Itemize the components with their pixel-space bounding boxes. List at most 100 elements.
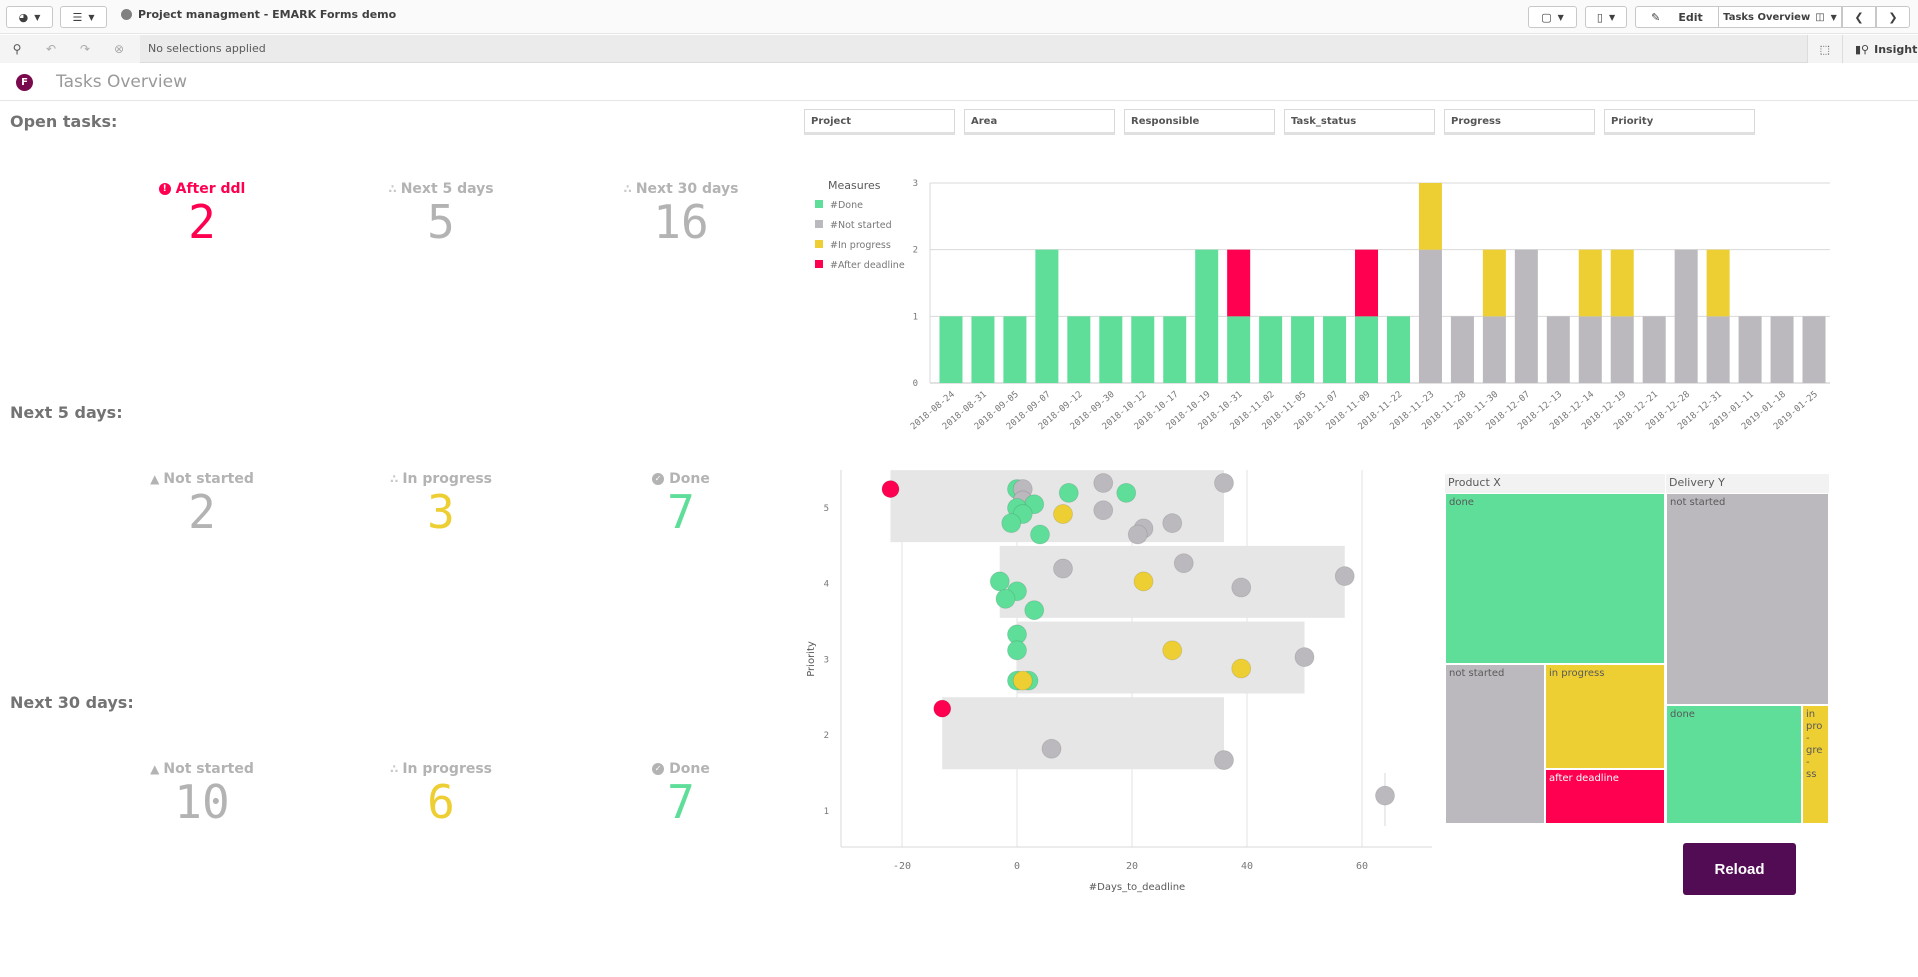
x-tick-label: 40 xyxy=(1241,861,1253,872)
y-tick-label: 2 xyxy=(824,731,829,741)
reload-button[interactable]: Reload xyxy=(1683,843,1796,895)
bar-not_started xyxy=(1482,316,1506,383)
scatter-point-done xyxy=(995,588,1016,609)
scatter-point-not_started xyxy=(1334,566,1355,587)
sheet-selector[interactable]: Tasks Overview ◫ ▼ xyxy=(1718,6,1842,28)
priority-band xyxy=(942,697,1224,770)
kpi-value: 16 xyxy=(653,195,709,249)
scatter-point-not_started xyxy=(1231,577,1252,598)
scatter-point-after_deadline xyxy=(933,699,952,718)
chevron-down-icon: ▼ xyxy=(88,12,95,22)
check-circle-icon: ✓ xyxy=(652,763,665,775)
kpi-next30-not-started: ▲ Not started 10 xyxy=(102,761,302,827)
scatter-point-in_progress xyxy=(1012,670,1033,691)
global-menu-button[interactable]: ☰ ▼ xyxy=(60,6,107,28)
step-forward-icon[interactable]: ↷ xyxy=(68,42,102,56)
treemap-cell-in_progress[interactable]: in pro-gre-ss xyxy=(1802,705,1829,824)
treemap-cell-not_started[interactable]: not started xyxy=(1445,664,1545,824)
scatter-point-in_progress xyxy=(1162,640,1183,661)
scatter-point-done xyxy=(1030,524,1050,545)
bar-not_started xyxy=(1514,249,1538,383)
treemap-cell-done[interactable]: done xyxy=(1666,705,1802,824)
x-tick-label: 20 xyxy=(1126,861,1138,872)
scatter-point-not_started xyxy=(1173,553,1194,574)
kpi-value: 7 xyxy=(667,775,695,829)
treemap-group-header[interactable]: Product X xyxy=(1445,474,1665,493)
filter-task-status[interactable]: Task_status xyxy=(1284,109,1435,135)
bar-done xyxy=(939,316,963,383)
kpi-open-next-5-days: ∴ Next 5 days 5 xyxy=(341,181,541,247)
bar-in_progress xyxy=(1418,183,1442,250)
scatter-point-done xyxy=(1001,513,1022,534)
kpi-next5-not-started: ▲ Not started 2 xyxy=(102,471,302,537)
y-tick-label: 0 xyxy=(913,379,918,389)
treemap-cell-after_deadline[interactable]: after deadline xyxy=(1545,769,1665,824)
smart-search-icon[interactable]: ⚲ xyxy=(0,42,34,56)
app-logo: F xyxy=(16,74,33,91)
clear-selections-icon[interactable]: ⊗ xyxy=(102,42,136,56)
insights-button[interactable]: ▮⚲ Insights xyxy=(1842,35,1918,63)
selections-bar: ⚲ ↶ ↷ ⊗ No selections applied ⬚ ▮⚲ Insigh… xyxy=(0,35,1918,63)
scatter-point-done xyxy=(1024,600,1045,621)
filter-responsible[interactable]: Responsible xyxy=(1124,109,1275,135)
priority-band xyxy=(999,545,1345,618)
y-tick-label: 3 xyxy=(824,655,829,665)
scatter-point-after_deadline xyxy=(881,480,900,498)
treemap-cell-in_progress[interactable]: in progress xyxy=(1545,664,1665,769)
step-back-icon[interactable]: ↶ xyxy=(34,42,68,56)
previous-sheet-button[interactable]: ❮ xyxy=(1842,6,1876,28)
kpi-value: 2 xyxy=(188,485,216,539)
legend-swatch-not_started xyxy=(815,220,823,228)
filter-progress[interactable]: Progress xyxy=(1444,109,1595,135)
spinner-icon: ∴ xyxy=(388,182,397,196)
scatter-point-done xyxy=(1007,640,1027,661)
pencil-icon: ✎ xyxy=(1651,10,1661,24)
scatter-point-done xyxy=(1058,482,1079,503)
spinner-icon: ∴ xyxy=(389,472,399,486)
selection-right-tools: ⬚ ▮⚲ Insights xyxy=(1806,35,1918,63)
next-sheet-button[interactable]: ❯ xyxy=(1876,6,1910,28)
kpi-open-next-30-days: ∴ Next 30 days 16 xyxy=(581,181,781,247)
filter-priority[interactable]: Priority xyxy=(1604,109,1755,135)
section-title-next-30-days: Next 30 days: xyxy=(10,693,134,712)
kpi-value: 6 xyxy=(427,775,455,829)
treemap-cell-not_started[interactable]: not started xyxy=(1666,493,1829,705)
chevron-down-icon: ▼ xyxy=(34,12,41,22)
legend-swatch-after_deadline xyxy=(815,260,823,268)
navigation-menu-button[interactable]: ◕ ▼ xyxy=(6,6,53,28)
edit-button[interactable]: ✎ Edit xyxy=(1635,6,1718,28)
bar-after_deadline xyxy=(1355,249,1379,317)
x-tick-label: 60 xyxy=(1356,861,1368,872)
story-button[interactable]: ▢ ▼ xyxy=(1528,6,1577,28)
bookmark-icon: ▯ xyxy=(1596,10,1603,24)
y-tick-label: 1 xyxy=(824,807,829,817)
bar-not_started xyxy=(1418,249,1442,383)
section-title-open-tasks: Open tasks: xyxy=(10,112,118,131)
sheet-title: Tasks Overview xyxy=(56,72,187,92)
bar-done xyxy=(1163,316,1187,383)
bar-done xyxy=(1323,316,1347,383)
legend-label-in_progress: #In progress xyxy=(830,240,891,251)
bookmark-button[interactable]: ▯ ▼ xyxy=(1585,6,1627,28)
bar-not_started xyxy=(1450,316,1474,383)
selections-tool-button[interactable]: ⬚ xyxy=(1806,35,1842,63)
kpi-next5-in-progress: ∴ In progress 3 xyxy=(341,471,541,537)
chevron-down-icon: ▼ xyxy=(1608,12,1616,22)
scatter-point-in_progress xyxy=(1053,504,1073,524)
section-title-next-5-days: Next 5 days: xyxy=(10,403,123,422)
y-tick-label: 5 xyxy=(824,504,829,514)
chevron-left-icon: ❮ xyxy=(1854,10,1864,24)
filter-project[interactable]: Project xyxy=(804,109,955,135)
selections-status: No selections applied xyxy=(148,42,266,55)
treemap-group-header[interactable]: Delivery Y xyxy=(1666,474,1829,493)
kpi-value: 5 xyxy=(427,195,455,249)
bar-not_started xyxy=(1674,249,1698,383)
scatter-point-not_started xyxy=(1162,513,1183,534)
treemap-cell-done[interactable]: done xyxy=(1445,493,1665,664)
scatter-point-not_started xyxy=(1214,473,1234,493)
filter-area[interactable]: Area xyxy=(964,109,1115,135)
insights-icon: ▮⚲ xyxy=(1855,42,1870,56)
list-icon: ☰ xyxy=(72,10,83,24)
kpi-value: 10 xyxy=(174,775,230,829)
x-tick-label: 0 xyxy=(1014,861,1020,872)
